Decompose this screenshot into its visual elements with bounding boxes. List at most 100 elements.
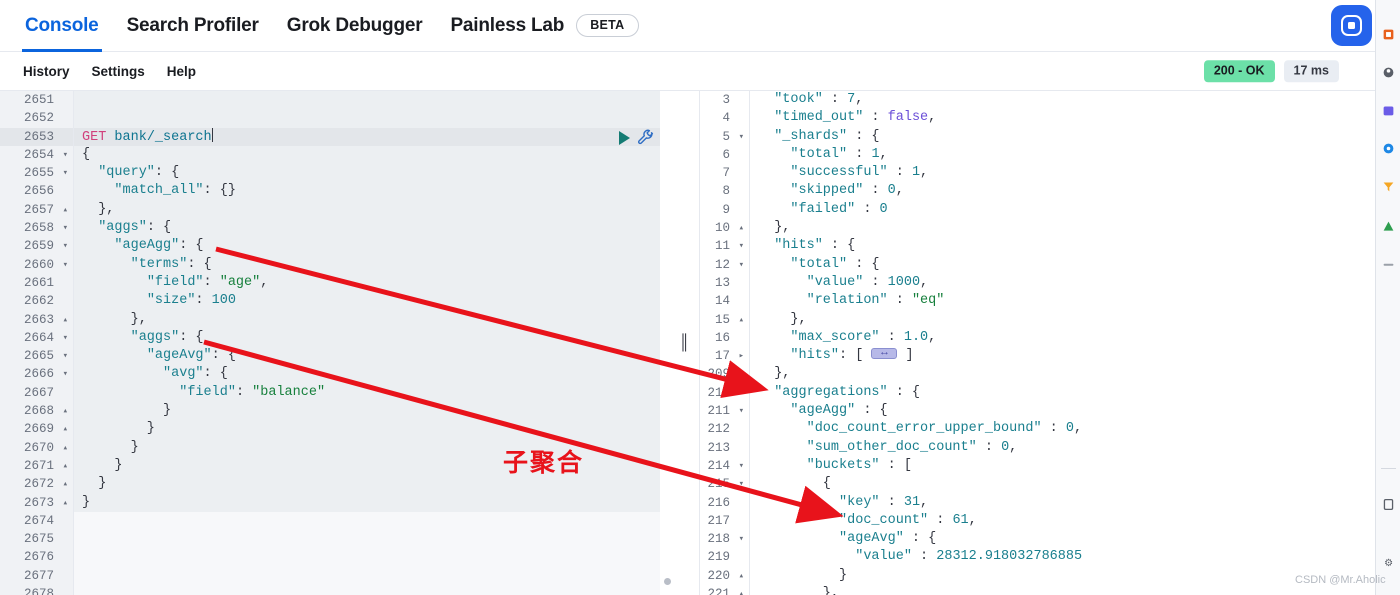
bookmark-icon-4[interactable]: [1382, 142, 1395, 155]
fold-toggle[interactable]: ▴: [739, 220, 744, 237]
code-line[interactable]: [74, 548, 660, 566]
code-line[interactable]: "value" : 1000,: [750, 274, 1375, 292]
fold-toggle[interactable]: ▴: [63, 202, 68, 219]
fold-toggle[interactable]: ▾: [63, 147, 68, 164]
code-line[interactable]: "ageAvg": {: [74, 347, 660, 366]
tab-painless-lab[interactable]: Painless Lab BETA: [436, 0, 652, 52]
fold-toggle[interactable]: ▴: [63, 421, 68, 438]
fold-toggle[interactable]: ▾: [63, 330, 68, 347]
code-line[interactable]: }: [74, 493, 660, 512]
code-line[interactable]: },: [750, 585, 1375, 595]
code-line[interactable]: "sum_other_doc_count" : 0,: [750, 439, 1375, 457]
code-line[interactable]: [74, 530, 660, 548]
code-line[interactable]: [74, 91, 660, 110]
code-line[interactable]: },: [750, 219, 1375, 237]
fold-toggle[interactable]: ▾: [739, 129, 744, 146]
code-line[interactable]: "_shards" : {: [750, 128, 1375, 146]
collapsed-array-badge[interactable]: [871, 345, 898, 361]
code-line[interactable]: GET bank/_search: [74, 127, 660, 146]
code-line[interactable]: "match_all": {}: [74, 182, 660, 201]
code-line[interactable]: "skipped" : 0,: [750, 182, 1375, 200]
fold-toggle[interactable]: ▾: [63, 348, 68, 365]
fold-toggle[interactable]: ▾: [739, 476, 744, 493]
submenu-item-history[interactable]: History: [12, 64, 81, 79]
fold-toggle[interactable]: ▾: [739, 257, 744, 274]
code-line[interactable]: },: [750, 365, 1375, 383]
code-line[interactable]: "ageAvg" : {: [750, 530, 1375, 548]
code-line[interactable]: "timed_out" : false,: [750, 109, 1375, 127]
submenu-item-settings[interactable]: Settings: [81, 64, 156, 79]
fold-toggle[interactable]: ▴: [739, 366, 744, 383]
code-line[interactable]: "size": 100: [74, 292, 660, 311]
code-line[interactable]: {: [74, 145, 660, 165]
fold-toggle[interactable]: ▾: [739, 531, 744, 548]
code-line[interactable]: "value" : 28312.918032786885: [750, 548, 1375, 566]
bookmark-icon-7[interactable]: [1382, 258, 1395, 271]
code-line[interactable]: {: [750, 475, 1375, 493]
fold-toggle[interactable]: ▾: [63, 165, 68, 182]
response-scrollbar-track[interactable]: [1351, 91, 1361, 595]
bookmark-icon-3[interactable]: [1382, 104, 1395, 117]
code-line[interactable]: [74, 585, 660, 595]
code-line[interactable]: [74, 512, 660, 530]
code-line[interactable]: },: [74, 310, 660, 329]
tab-grok-debugger[interactable]: Grok Debugger: [273, 0, 437, 52]
bookmark-icon-6[interactable]: [1382, 220, 1395, 233]
bookmark-icon-8[interactable]: [1382, 498, 1395, 511]
code-line[interactable]: "relation" : "eq": [750, 292, 1375, 310]
fold-toggle[interactable]: ▾: [63, 238, 68, 255]
code-line[interactable]: "hits" : {: [750, 237, 1375, 255]
fold-toggle[interactable]: ▸: [739, 348, 744, 365]
code-line[interactable]: "terms": {: [74, 255, 660, 274]
code-line[interactable]: [74, 109, 660, 128]
code-line[interactable]: "took" : 7,: [750, 91, 1375, 109]
code-line[interactable]: },: [750, 311, 1375, 329]
fold-toggle[interactable]: ▴: [63, 495, 68, 512]
code-line[interactable]: "total" : {: [750, 256, 1375, 274]
fold-toggle[interactable]: ▴: [63, 440, 68, 457]
code-line[interactable]: [74, 567, 660, 585]
code-line[interactable]: "aggs": {: [74, 328, 660, 348]
fold-toggle[interactable]: ▾: [63, 220, 68, 237]
code-line[interactable]: "field": "balance": [74, 383, 660, 403]
code-line[interactable]: "hits": [ ]: [750, 345, 1375, 365]
bookmark-icon-2[interactable]: [1382, 66, 1395, 79]
code-line[interactable]: }: [74, 420, 660, 439]
tab-console[interactable]: Console: [11, 0, 113, 52]
tab-search-profiler[interactable]: Search Profiler: [113, 0, 273, 52]
code-line[interactable]: "ageAgg" : {: [750, 402, 1375, 420]
fold-toggle[interactable]: ▴: [739, 312, 744, 329]
fold-toggle[interactable]: ▴: [739, 586, 744, 595]
bookmark-icon-1[interactable]: [1382, 28, 1395, 41]
fold-toggle[interactable]: ▾: [739, 458, 744, 475]
play-icon[interactable]: [619, 130, 630, 145]
request-code-area[interactable]: GET bank/_search{ "query": { "match_all"…: [74, 91, 660, 595]
fold-toggle[interactable]: ▾: [739, 238, 744, 255]
code-line[interactable]: "max_score" : 1.0,: [750, 329, 1375, 347]
code-line[interactable]: "failed" : 0: [750, 201, 1375, 219]
wrench-icon[interactable]: [637, 129, 654, 146]
code-line[interactable]: "successful" : 1,: [750, 164, 1375, 182]
submenu-item-help[interactable]: Help: [156, 64, 207, 79]
fold-toggle[interactable]: ▴: [739, 568, 744, 585]
code-line[interactable]: "ageAgg": {: [74, 237, 660, 256]
fold-toggle[interactable]: ▴: [63, 403, 68, 420]
code-line[interactable]: "key" : 31,: [750, 494, 1375, 512]
bookmark-icon-5[interactable]: [1382, 180, 1395, 193]
response-code-area[interactable]: "took" : 7, "timed_out" : false, "_shard…: [750, 91, 1375, 595]
fold-toggle[interactable]: ▾: [63, 366, 68, 383]
code-line[interactable]: "aggregations" : {: [750, 384, 1375, 402]
request-editor-pane[interactable]: 2651 2652 2653 2654 ▾ 2655 ▾ 2656 2657 ▴ 2658 ▾ 2659…: [0, 91, 660, 595]
bookmark-icon-9[interactable]: ⚙: [1382, 556, 1395, 569]
code-line[interactable]: "doc_count_error_upper_bound" : 0,: [750, 420, 1375, 438]
code-line[interactable]: "field": "age",: [74, 273, 660, 293]
fold-toggle[interactable]: ▴: [63, 476, 68, 493]
pane-resize-handle[interactable]: ║: [679, 334, 691, 351]
editor-resize-dot[interactable]: [664, 578, 671, 585]
code-line[interactable]: },: [74, 200, 660, 220]
code-line[interactable]: "aggs": {: [74, 219, 660, 238]
fold-toggle[interactable]: ▾: [739, 403, 744, 420]
code-line[interactable]: "total" : 1,: [750, 146, 1375, 164]
code-line[interactable]: "avg": {: [74, 365, 660, 384]
code-line[interactable]: }: [750, 567, 1375, 585]
